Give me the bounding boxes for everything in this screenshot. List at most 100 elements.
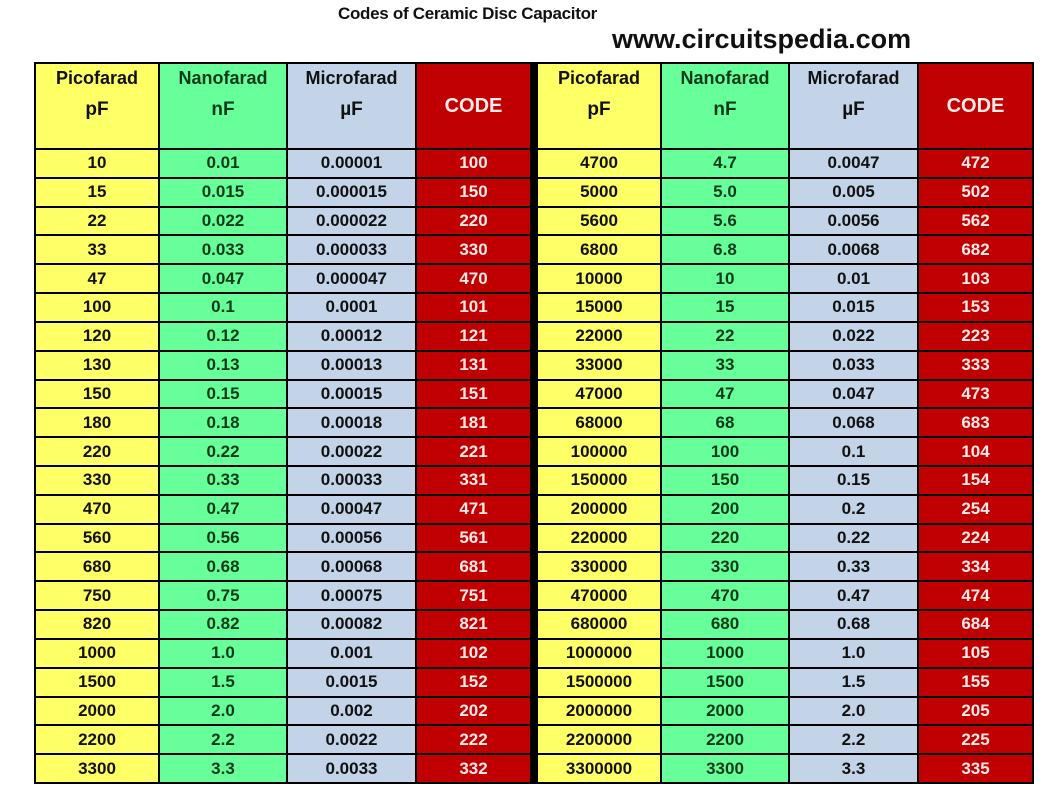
microfarad-cell: 0.00033	[288, 467, 415, 494]
nanofarad-cell: 5.0	[662, 178, 788, 206]
table-row: 33 0.033 0.000033 330	[36, 236, 530, 264]
table-row: 100 0.1 0.0001 101	[36, 294, 530, 321]
table-row: 2200000 2200 2.2 225	[538, 726, 1032, 754]
page-title: Codes of Ceramic Disc Capacitor	[337, 4, 597, 23]
nanofarad-cell: 22	[662, 322, 788, 350]
nanofarad-cell: 2200	[662, 726, 788, 754]
picofarad-cell: 680000	[538, 611, 660, 638]
picofarad-cell: 2000	[36, 697, 158, 725]
table-row: 3300 3.3 0.0033 332	[36, 755, 530, 782]
table-row: 1500000 1500 1.5 155	[538, 668, 1032, 696]
picofarad-cell: 33	[36, 236, 158, 264]
nanofarad-cell: 200	[662, 495, 788, 523]
picofarad-cell: 2000000	[538, 697, 660, 725]
header-label: Nanofarad	[680, 68, 770, 88]
header-label: Picofarad	[55, 68, 139, 88]
header-microfarad: Microfarad µF	[288, 64, 415, 148]
picofarad-cell: 150	[36, 380, 158, 408]
code-cell: 222	[417, 726, 530, 754]
picofarad-cell: 22	[36, 207, 158, 235]
microfarad-cell: 0.022	[790, 322, 917, 350]
nanofarad-cell: 150	[662, 467, 788, 494]
table-row: 10 0.01 0.00001 100	[36, 150, 530, 177]
code-cell: 103	[919, 265, 1032, 293]
code-cell: 102	[417, 639, 530, 667]
table-row: 150000 150 0.15 154	[538, 467, 1032, 494]
microfarad-cell: 0.047	[790, 380, 917, 408]
microfarad-cell: 0.0068	[790, 236, 917, 264]
microfarad-cell: 0.00013	[288, 351, 415, 379]
microfarad-cell: 2.0	[790, 697, 917, 725]
code-cell: 331	[417, 467, 530, 494]
microfarad-cell: 0.00022	[288, 438, 415, 465]
code-cell: 121	[417, 322, 530, 350]
picofarad-cell: 1500000	[538, 668, 660, 696]
picofarad-cell: 120	[36, 322, 158, 350]
microfarad-cell: 0.33	[790, 553, 917, 581]
code-cell: 224	[919, 524, 1032, 552]
microfarad-cell: 0.000033	[288, 236, 415, 264]
table-row: 130 0.13 0.00013 131	[36, 351, 530, 379]
microfarad-cell: 0.15	[790, 467, 917, 494]
table-row: 22 0.022 0.000022 220	[36, 207, 530, 235]
code-cell: 221	[417, 438, 530, 465]
code-cell: 181	[417, 409, 530, 437]
picofarad-cell: 4700	[538, 150, 660, 177]
code-cell: 131	[417, 351, 530, 379]
picofarad-cell: 1500	[36, 668, 158, 696]
nanofarad-cell: 2.2	[160, 726, 286, 754]
microfarad-cell: 0.015	[790, 294, 917, 321]
table-row: 1000 1.0 0.001 102	[36, 639, 530, 667]
table-row: 820 0.82 0.00082 821	[36, 611, 530, 638]
nanofarad-cell: 68	[662, 409, 788, 437]
code-cell: 225	[919, 726, 1032, 754]
picofarad-cell: 100	[36, 294, 158, 321]
code-cell: 471	[417, 495, 530, 523]
picofarad-cell: 10	[36, 150, 158, 177]
header-label: CODE	[946, 94, 1005, 117]
microfarad-cell: 0.0033	[288, 755, 415, 782]
nanofarad-cell: 680	[662, 611, 788, 638]
nanofarad-cell: 0.18	[160, 409, 286, 437]
nanofarad-cell: 0.015	[160, 178, 286, 206]
nanofarad-cell: 47	[662, 380, 788, 408]
nanofarad-cell: 1500	[662, 668, 788, 696]
microfarad-cell: 0.00001	[288, 150, 415, 177]
header-picofarad: Picofarad pF	[538, 64, 660, 148]
nanofarad-cell: 0.022	[160, 207, 286, 235]
header-label: Picofarad	[557, 68, 641, 88]
microfarad-cell: 1.0	[790, 639, 917, 667]
picofarad-cell: 680	[36, 553, 158, 581]
picofarad-cell: 10000	[538, 265, 660, 293]
microfarad-cell: 0.00012	[288, 322, 415, 350]
table-row: 1500 1.5 0.0015 152	[36, 668, 530, 696]
code-cell: 334	[919, 553, 1032, 581]
microfarad-cell: 0.000015	[288, 178, 415, 206]
code-cell: 333	[919, 351, 1032, 379]
picofarad-cell: 470000	[538, 582, 660, 610]
code-cell: 473	[919, 380, 1032, 408]
header-unit: µF	[842, 99, 865, 120]
microfarad-cell: 0.068	[790, 409, 917, 437]
picofarad-cell: 330	[36, 467, 158, 494]
right-table: Picofarad pF Nanofarad nF Microfarad µF CODE 47…	[538, 64, 1032, 782]
microfarad-cell: 0.2	[790, 495, 917, 523]
table-row: 680000 680 0.68 684	[538, 611, 1032, 638]
code-cell: 202	[417, 697, 530, 725]
picofarad-cell: 15000	[538, 294, 660, 321]
nanofarad-cell: 15	[662, 294, 788, 321]
code-cell: 332	[417, 755, 530, 782]
picofarad-cell: 5000	[538, 178, 660, 206]
nanofarad-cell: 0.47	[160, 495, 286, 523]
code-cell: 223	[919, 322, 1032, 350]
table-row: 5600 5.6 0.0056 562	[538, 207, 1032, 235]
nanofarad-cell: 10	[662, 265, 788, 293]
microfarad-cell: 0.00075	[288, 582, 415, 610]
table-row: 6800 6.8 0.0068 682	[538, 236, 1032, 264]
picofarad-cell: 2200	[36, 726, 158, 754]
table-row: 3300000 3300 3.3 335	[538, 755, 1032, 782]
picofarad-cell: 47000	[538, 380, 660, 408]
code-cell: 153	[919, 294, 1032, 321]
table-row: 120 0.12 0.00012 121	[36, 322, 530, 350]
microfarad-cell: 0.0056	[790, 207, 917, 235]
